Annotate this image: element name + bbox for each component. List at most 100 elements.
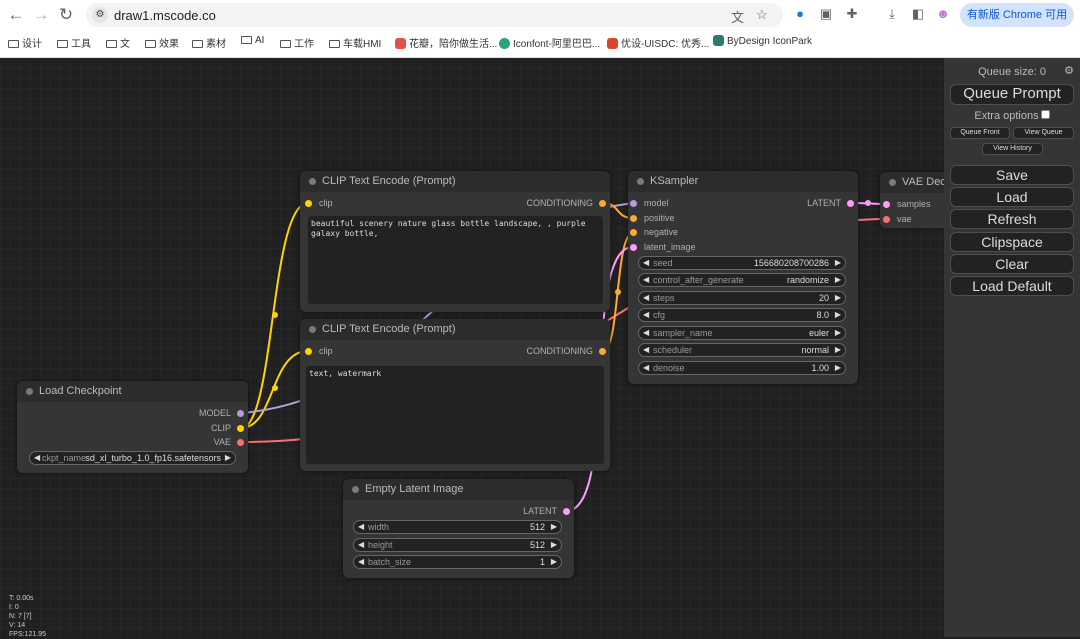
input-slot-latent-image[interactable]: latent_image [630, 241, 696, 253]
increment-arrow-icon[interactable]: ▶ [835, 292, 841, 304]
decrement-arrow-icon[interactable]: ◀ [643, 274, 649, 286]
bookmark-folder[interactable]: 文 [106, 35, 130, 50]
output-slot-latent[interactable]: LATENT [523, 505, 570, 517]
address-bar[interactable]: ⚙ draw1.mscode.co 文 ☆ [86, 3, 783, 27]
increment-arrow-icon[interactable]: ▶ [835, 327, 841, 339]
node-clip-text-encode-positive[interactable]: CLIP Text Encode (Prompt) clip CONDITION… [300, 171, 610, 312]
node-title[interactable]: Load Checkpoint [17, 381, 248, 402]
decrement-arrow-icon[interactable]: ◀ [34, 452, 40, 464]
node-title[interactable]: Empty Latent Image [343, 479, 574, 500]
output-slot-model[interactable]: MODEL [199, 407, 244, 419]
download-icon[interactable]: ⤓ [884, 6, 900, 22]
slot-dot[interactable] [630, 229, 637, 236]
decrement-arrow-icon[interactable]: ◀ [643, 309, 649, 321]
load-button[interactable]: Load [950, 187, 1074, 207]
input-slot-clip[interactable]: clip [305, 197, 333, 209]
widget-control-after-generate[interactable]: ◀ control_after_generate randomize ▶ [638, 273, 846, 287]
bookmark-folder[interactable]: 工作 [280, 35, 314, 50]
increment-arrow-icon[interactable]: ▶ [551, 556, 557, 568]
input-slot-samples[interactable]: samples [883, 198, 931, 210]
increment-arrow-icon[interactable]: ▶ [835, 309, 841, 321]
bookmark-site[interactable]: ByDesign IconPark [713, 35, 812, 47]
profile-avatar-icon[interactable]: ☻ [935, 6, 951, 22]
node-title[interactable]: VAE Dec [880, 172, 950, 193]
back-icon[interactable]: ← [6, 5, 26, 25]
forward-icon[interactable]: → [31, 5, 51, 25]
widget-batch-size[interactable]: ◀ batch_size 1 ▶ [353, 555, 562, 569]
slot-dot[interactable] [630, 215, 637, 222]
input-slot-model[interactable]: model [630, 197, 669, 209]
output-slot-conditioning[interactable]: CONDITIONING [527, 345, 606, 357]
extensions-puzzle-icon[interactable]: ✚ [844, 6, 860, 22]
load-default-button[interactable]: Load Default [950, 276, 1074, 296]
node-ksampler[interactable]: KSampler model positive negative latent_… [628, 171, 858, 384]
widget-width[interactable]: ◀ width 512 ▶ [353, 520, 562, 534]
increment-arrow-icon[interactable]: ▶ [551, 521, 557, 533]
slot-dot[interactable] [630, 200, 637, 207]
node-title[interactable]: CLIP Text Encode (Prompt) [300, 319, 610, 340]
prompt-textarea[interactable]: beautiful scenery nature glass bottle la… [308, 216, 603, 304]
slot-dot[interactable] [599, 200, 606, 207]
slot-dot[interactable] [237, 439, 244, 446]
widget-seed[interactable]: ◀ seed 156680208700286 ▶ [638, 256, 846, 270]
decrement-arrow-icon[interactable]: ◀ [643, 292, 649, 304]
node-load-checkpoint[interactable]: Load Checkpoint MODEL CLIP VAE ◀ ckpt_nam… [17, 381, 248, 473]
widget-scheduler[interactable]: ◀ scheduler normal ▶ [638, 343, 846, 357]
reload-icon[interactable]: ↻ [56, 5, 76, 25]
gear-icon[interactable]: ⚙ [1064, 64, 1074, 77]
clipspace-button[interactable]: Clipspace [950, 232, 1074, 252]
save-button[interactable]: Save [950, 165, 1074, 185]
node-clip-text-encode-negative[interactable]: CLIP Text Encode (Prompt) clip CONDITION… [300, 319, 610, 471]
side-panel-icon[interactable]: ◧ [910, 6, 926, 22]
decrement-arrow-icon[interactable]: ◀ [358, 521, 364, 533]
widget-denoise[interactable]: ◀ denoise 1.00 ▶ [638, 361, 846, 375]
refresh-button[interactable]: Refresh [950, 209, 1074, 229]
slot-dot[interactable] [305, 200, 312, 207]
output-slot-clip[interactable]: CLIP [211, 422, 244, 434]
view-queue-button[interactable]: View Queue [1013, 127, 1074, 139]
decrement-arrow-icon[interactable]: ◀ [358, 539, 364, 551]
bookmark-folder[interactable]: AI [241, 35, 264, 46]
slot-dot[interactable] [847, 200, 854, 207]
decrement-arrow-icon[interactable]: ◀ [643, 257, 649, 269]
widget-cfg[interactable]: ◀ cfg 8.0 ▶ [638, 308, 846, 322]
slot-dot[interactable] [237, 425, 244, 432]
node-empty-latent-image[interactable]: Empty Latent Image LATENT ◀ width 512 ▶ ◀ he… [343, 479, 574, 578]
view-history-button[interactable]: View History [982, 143, 1043, 155]
bookmark-site[interactable]: Iconfont-阿里巴巴... [499, 35, 600, 50]
widget-sampler-name[interactable]: ◀ sampler_name euler ▶ [638, 326, 846, 340]
increment-arrow-icon[interactable]: ▶ [835, 344, 841, 356]
input-slot-positive[interactable]: positive [630, 212, 675, 224]
extension-g-icon[interactable]: ● [792, 6, 808, 22]
extra-options-checkbox[interactable] [1040, 110, 1050, 119]
bookmark-site[interactable]: 花瓣，陪你做生活... [395, 35, 497, 50]
decrement-arrow-icon[interactable]: ◀ [643, 327, 649, 339]
input-slot-negative[interactable]: negative [630, 226, 678, 238]
node-vae-decode[interactable]: VAE Dec samples vae [880, 172, 950, 228]
queue-front-button[interactable]: Queue Front [950, 127, 1010, 139]
increment-arrow-icon[interactable]: ▶ [225, 452, 231, 464]
node-title[interactable]: KSampler [628, 171, 858, 192]
widget-steps[interactable]: ◀ steps 20 ▶ [638, 291, 846, 305]
output-slot-conditioning[interactable]: CONDITIONING [527, 197, 606, 209]
bookmark-folder[interactable]: 车载HMI [329, 35, 381, 50]
site-info-icon[interactable]: ⚙ [92, 7, 108, 23]
bookmark-folder[interactable]: 素材 [192, 35, 226, 50]
node-title[interactable]: CLIP Text Encode (Prompt) [300, 171, 610, 192]
slot-dot[interactable] [563, 508, 570, 515]
input-slot-vae[interactable]: vae [883, 213, 912, 225]
decrement-arrow-icon[interactable]: ◀ [643, 344, 649, 356]
output-slot-latent[interactable]: LATENT [807, 197, 854, 209]
increment-arrow-icon[interactable]: ▶ [835, 362, 841, 374]
slot-dot[interactable] [305, 348, 312, 355]
node-graph-canvas[interactable]: CLIP Text Encode (Prompt) clip CONDITION… [0, 58, 1080, 638]
chrome-update-button[interactable]: 有新版 Chrome 可用 [960, 3, 1074, 27]
decrement-arrow-icon[interactable]: ◀ [358, 556, 364, 568]
decrement-arrow-icon[interactable]: ◀ [643, 362, 649, 374]
slot-dot[interactable] [883, 216, 890, 223]
queue-prompt-button[interactable]: Queue Prompt [950, 84, 1074, 105]
increment-arrow-icon[interactable]: ▶ [551, 539, 557, 551]
widget-ckpt-name[interactable]: ◀ ckpt_name sd_xl_turbo_1.0_fp16.safetenso… [29, 451, 236, 465]
bookmark-folder[interactable]: 效果 [145, 35, 179, 50]
increment-arrow-icon[interactable]: ▶ [835, 257, 841, 269]
